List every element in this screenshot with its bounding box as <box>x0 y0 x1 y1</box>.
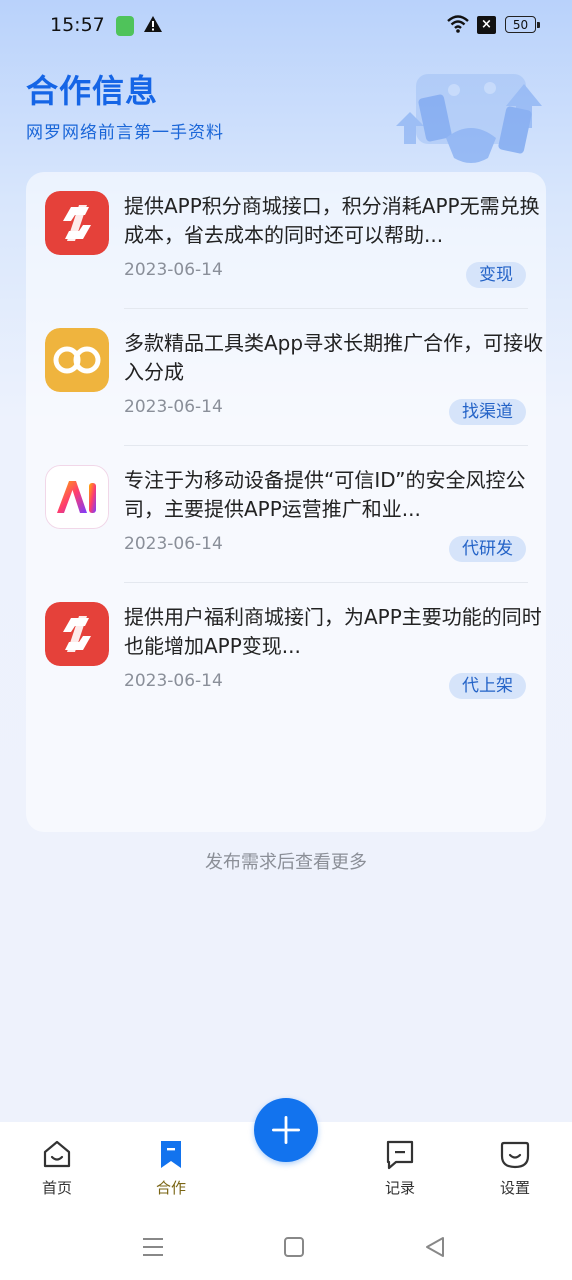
list-item[interactable]: 专注于为移动设备提供“可信ID”的安全风控公司，主要提供APP运营推广和业...… <box>26 446 546 583</box>
warning-icon <box>144 16 162 32</box>
status-time: 15:57 <box>50 14 105 36</box>
tab-cooperation[interactable]: 合作 <box>131 1122 211 1212</box>
item-description: 多款精品工具类App寻求长期推广合作，可接收入分成 <box>124 331 544 384</box>
tab-label: 首页 <box>41 1179 72 1197</box>
plus-icon <box>272 1116 300 1144</box>
item-date: 2023-06-14 <box>124 671 223 691</box>
wifi-icon <box>447 15 469 33</box>
tab-home[interactable]: 首页 <box>17 1122 97 1212</box>
tab-settings[interactable]: 设置 <box>475 1122 555 1212</box>
page-subtitle: 网罗网络前言第一手资料 <box>26 123 224 143</box>
system-nav-bar <box>0 1212 572 1280</box>
item-date: 2023-06-14 <box>124 534 223 554</box>
item-tag: 代上架 <box>449 673 526 699</box>
page-title: 合作信息 <box>26 72 159 110</box>
more-hint: 发布需求后查看更多 <box>205 852 367 873</box>
bookmark-icon <box>161 1141 181 1168</box>
tab-label: 合作 <box>155 1179 186 1197</box>
item-description: 提供APP积分商城接口，积分消耗APP无需兑换成本，省去成本的同时还可以帮助..… <box>124 194 540 247</box>
list-item[interactable]: 提供用户福利商城接门，为APP主要功能的同时也能增加APP变现... 2023-… <box>26 583 546 720</box>
back-triangle-icon[interactable] <box>420 1232 450 1262</box>
item-tag: 找渠道 <box>449 399 526 425</box>
cooperation-list-card: 提供APP积分商城接口，积分消耗APP无需兑换成本，省去成本的同时还可以帮助..… <box>26 172 546 832</box>
publish-fab-button[interactable] <box>254 1098 318 1162</box>
red-swap-logo-icon <box>45 602 109 666</box>
item-tag: 变现 <box>466 262 526 288</box>
status-bar: 15:57 × 50 <box>0 0 572 50</box>
message-icon <box>386 1140 414 1170</box>
home-icon <box>43 1140 71 1168</box>
red-swap-logo-icon <box>45 191 109 255</box>
menu-icon[interactable] <box>138 1232 168 1262</box>
tab-label: 记录 <box>384 1179 415 1197</box>
item-date: 2023-06-14 <box>124 397 223 417</box>
item-description: 专注于为移动设备提供“可信ID”的安全风控公司，主要提供APP运营推广和业... <box>124 468 526 521</box>
smile-icon <box>500 1141 530 1169</box>
app-notification-icon <box>116 16 134 36</box>
list-item[interactable]: 多款精品工具类App寻求长期推广合作，可接收入分成 2023-06-14 找渠道 <box>26 309 546 446</box>
tab-records[interactable]: 记录 <box>360 1122 440 1212</box>
no-sim-icon: × <box>477 16 496 34</box>
gradient-a-logo-icon <box>45 465 109 529</box>
gold-infinity-logo-icon <box>45 328 109 392</box>
item-date: 2023-06-14 <box>124 260 223 280</box>
battery-icon: 50 <box>505 16 540 33</box>
tab-label: 设置 <box>499 1179 530 1197</box>
item-tag: 代研发 <box>449 536 526 562</box>
handshake-illustration-icon <box>396 74 542 163</box>
home-square-icon[interactable] <box>279 1232 309 1262</box>
item-description: 提供用户福利商城接门，为APP主要功能的同时也能增加APP变现... <box>124 605 542 658</box>
list-item[interactable]: 提供APP积分商城接口，积分消耗APP无需兑换成本，省去成本的同时还可以帮助..… <box>26 172 546 309</box>
